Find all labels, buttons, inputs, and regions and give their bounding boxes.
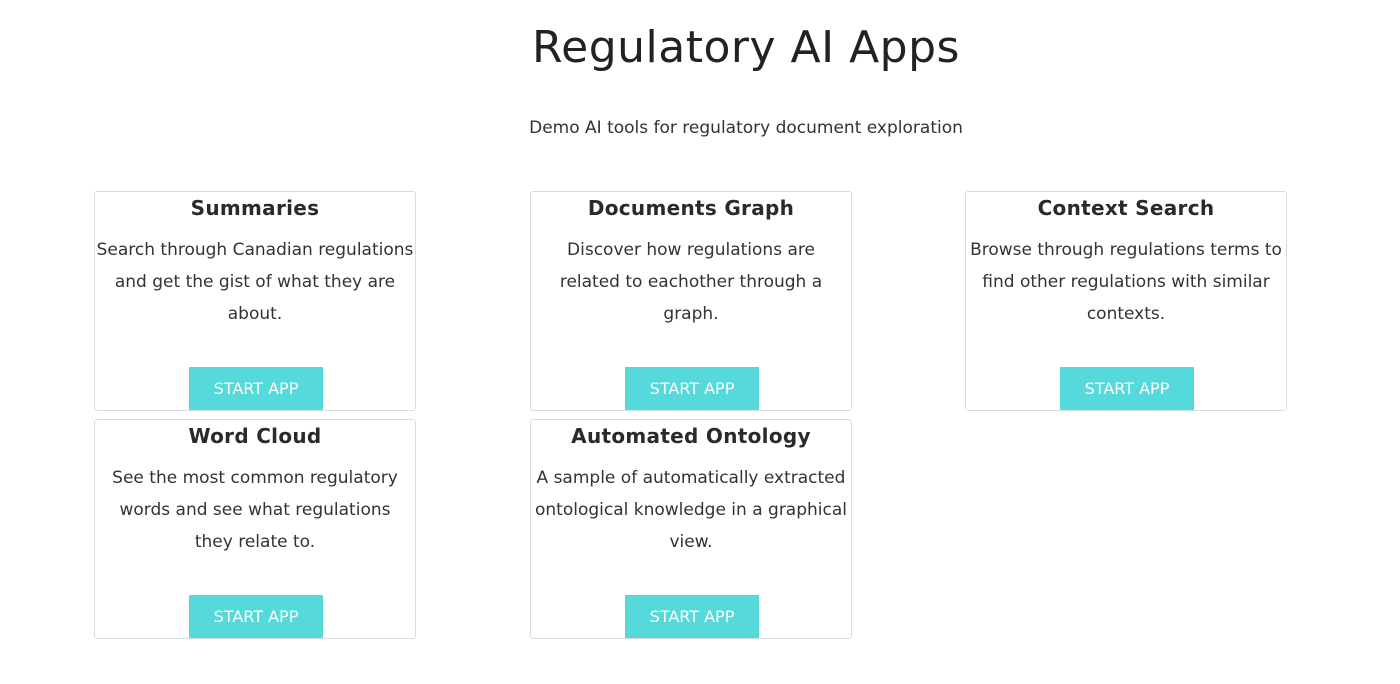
start-app-button[interactable]: START APP <box>1060 367 1194 410</box>
card-description: See the most common regulatory words and… <box>112 468 398 552</box>
page-subtitle: Demo AI tools for regulatory document ex… <box>529 118 963 138</box>
card-title: Summaries <box>190 196 320 220</box>
card-title: Word Cloud <box>188 424 322 448</box>
app-card-automated-ontology: Automated Ontology A sample of automatic… <box>530 419 852 639</box>
card-title: Automated Ontology <box>571 424 811 448</box>
start-app-button[interactable]: START APP <box>189 367 323 410</box>
card-description: Search through Canadian regulations and … <box>96 240 414 324</box>
app-card-context-search: Context Search Browse through regulation… <box>965 191 1287 411</box>
page-title: Regulatory AI Apps <box>532 22 960 73</box>
app-card-summaries: Summaries Search through Canadian regula… <box>94 191 416 411</box>
card-description: A sample of automatically extracted onto… <box>534 468 848 552</box>
card-description: Discover how regulations are related to … <box>559 240 823 324</box>
start-app-button[interactable]: START APP <box>625 595 759 638</box>
app-card-word-cloud: Word Cloud See the most common regulator… <box>94 419 416 639</box>
start-app-button[interactable]: START APP <box>189 595 323 638</box>
card-description: Browse through regulations terms to find… <box>970 240 1282 324</box>
app-card-documents-graph: Documents Graph Discover how regulations… <box>530 191 852 411</box>
card-title: Context Search <box>1037 196 1215 220</box>
card-title: Documents Graph <box>587 196 795 220</box>
start-app-button[interactable]: START APP <box>625 367 759 410</box>
